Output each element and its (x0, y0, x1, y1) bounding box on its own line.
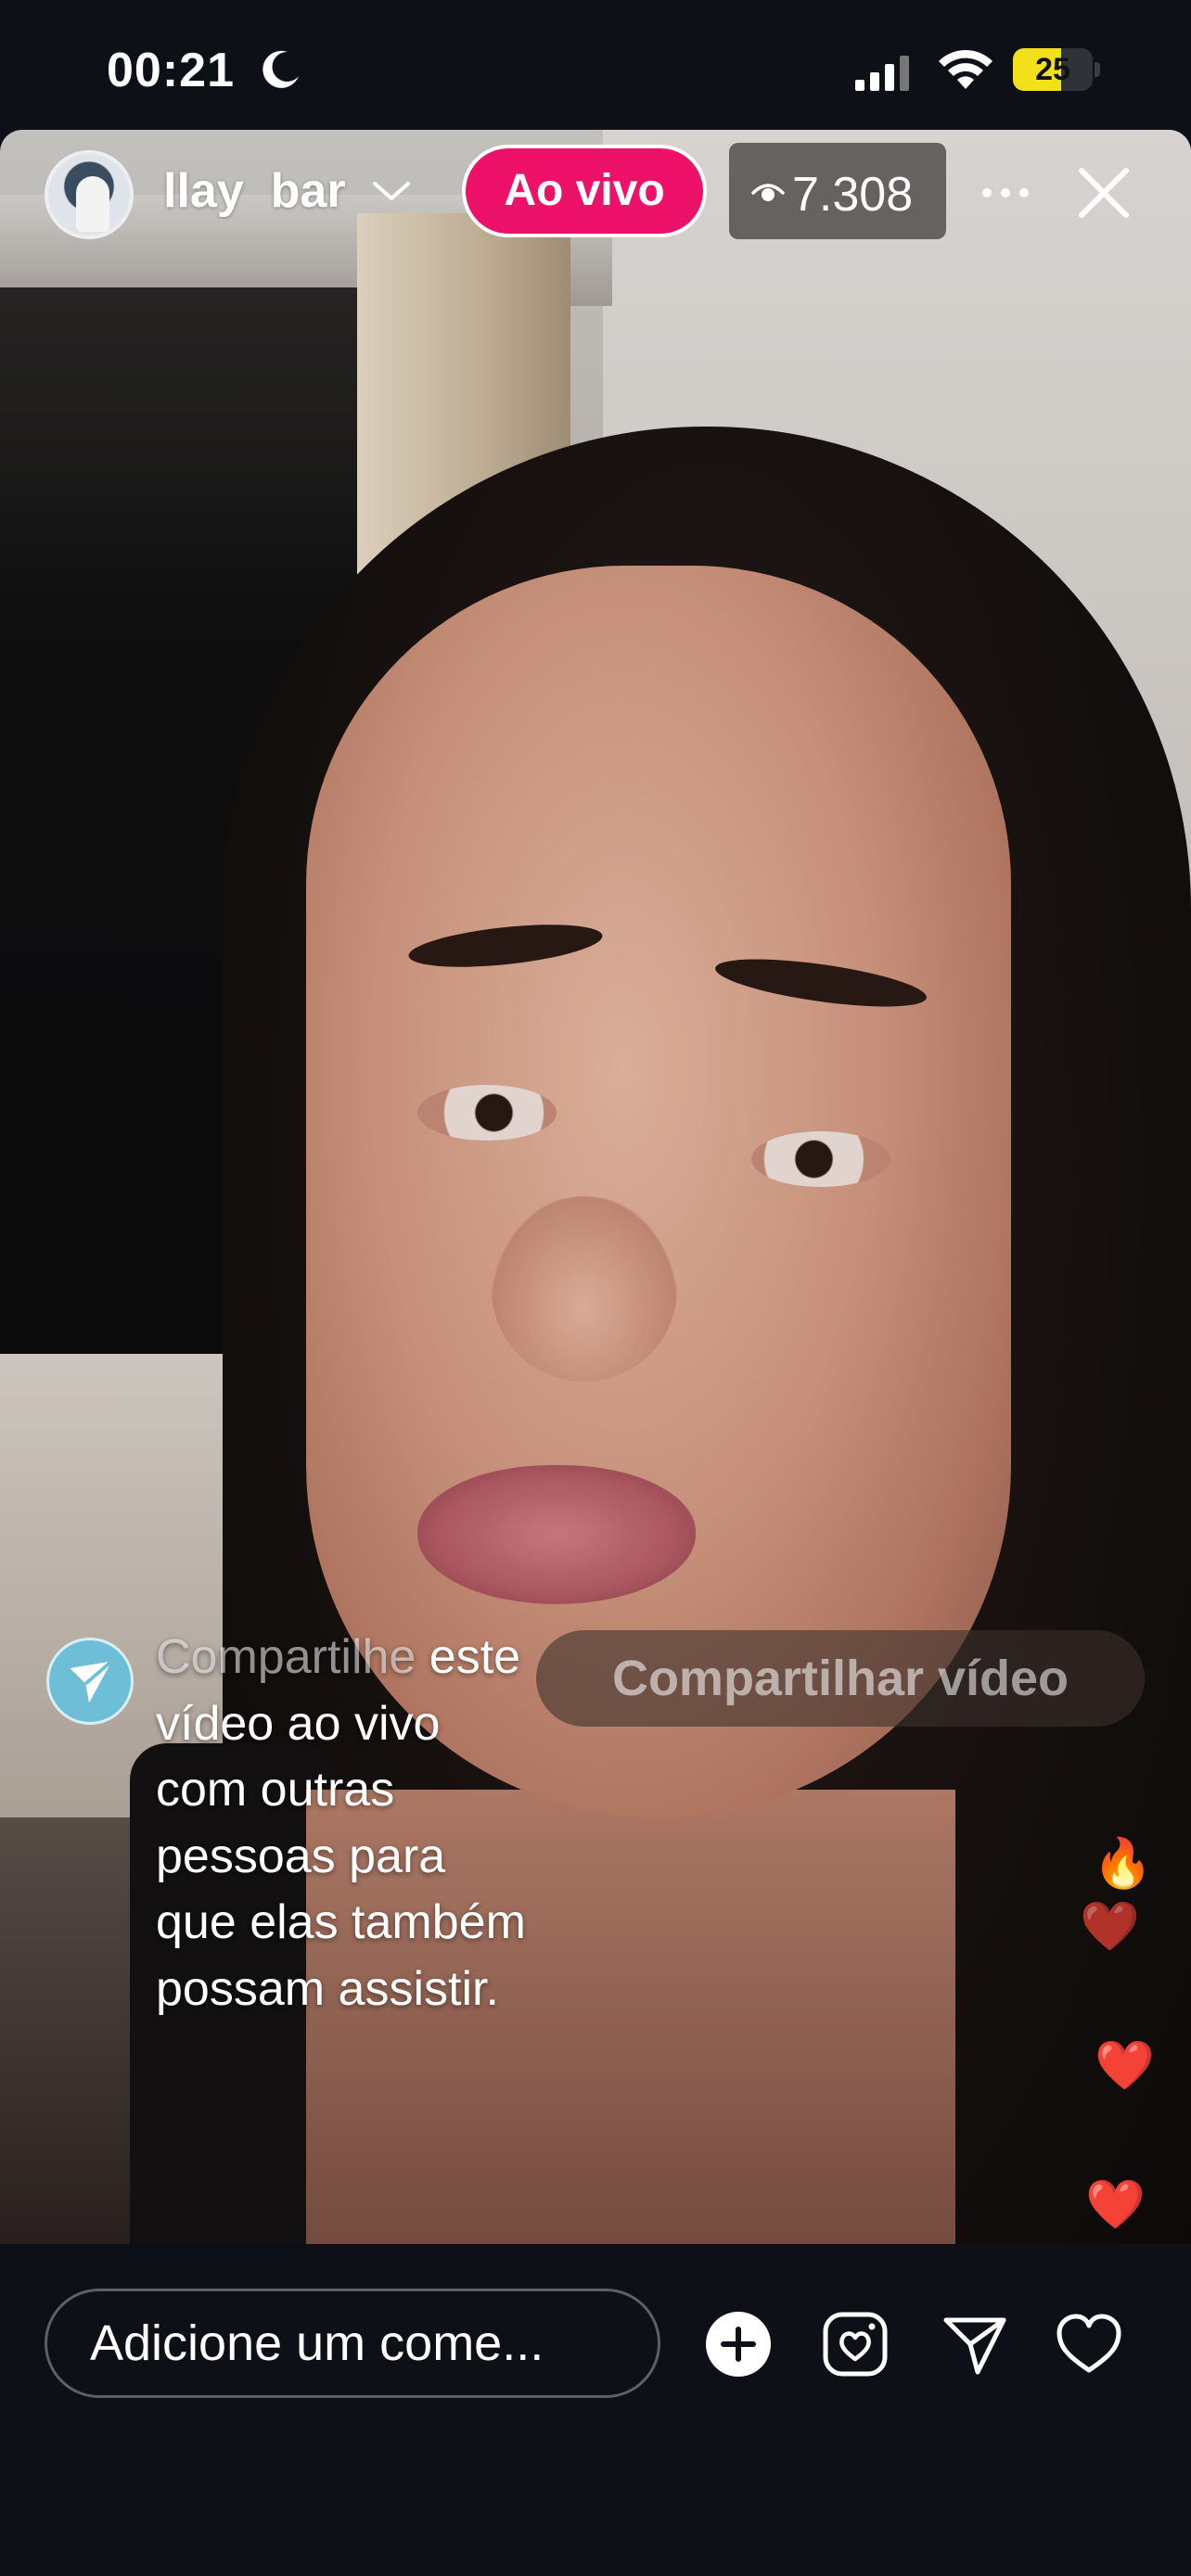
comment-input[interactable]: Adicione um come... (45, 2289, 660, 2398)
share-prompt-text: Compartilhe este vídeo ao vivo com outra… (156, 1625, 527, 2022)
heart-icon[interactable] (1054, 2309, 1124, 2379)
battery-icon: 25 (1013, 48, 1102, 91)
avatar[interactable] (45, 150, 134, 239)
share-prompt-text-faded: Compartilhe (156, 1630, 416, 1684)
moon-icon (263, 50, 299, 88)
eye-icon (751, 184, 785, 201)
add-icon[interactable] (703, 2309, 774, 2379)
status-bar: 00:21 25 (0, 0, 1191, 130)
heart-reaction-icon: ❤️ (1085, 2178, 1146, 2232)
bottom-bar: Adicione um come... (0, 2244, 1191, 2576)
avatar-figure (76, 176, 109, 232)
share-prompt-icon (46, 1638, 134, 1725)
share-prompt-text-body: este vídeo ao vivo com outras pessoas pa… (156, 1630, 526, 2016)
status-time: 00:21 (107, 44, 235, 97)
username[interactable]: llay bar (163, 163, 358, 219)
battery-body: 25 (1013, 48, 1093, 91)
wifi-icon (939, 49, 992, 89)
close-icon[interactable] (1074, 163, 1133, 223)
viewer-count: 7.308 (792, 168, 914, 222)
more-icon[interactable] (980, 182, 1031, 204)
heart-reaction-icon: ❤️ (1080, 1900, 1140, 1954)
live-badge: Ao vivo (462, 145, 707, 237)
heart-reaction-icon: ❤️ (1095, 2039, 1155, 2093)
signal-icon (855, 56, 909, 91)
chevron-down-icon[interactable] (371, 176, 412, 206)
battery-level: 25 (1035, 52, 1070, 87)
instagram-icon[interactable] (820, 2309, 890, 2379)
fire-reaction-icon: 🔥 (1093, 1837, 1153, 1891)
send-icon (70, 1660, 113, 1703)
viewer-count-badge[interactable]: 7.308 (729, 143, 946, 239)
share-video-button[interactable]: Compartilhar vídeo (536, 1630, 1145, 1727)
battery-cap (1095, 62, 1100, 77)
send-icon[interactable] (939, 2309, 1009, 2379)
